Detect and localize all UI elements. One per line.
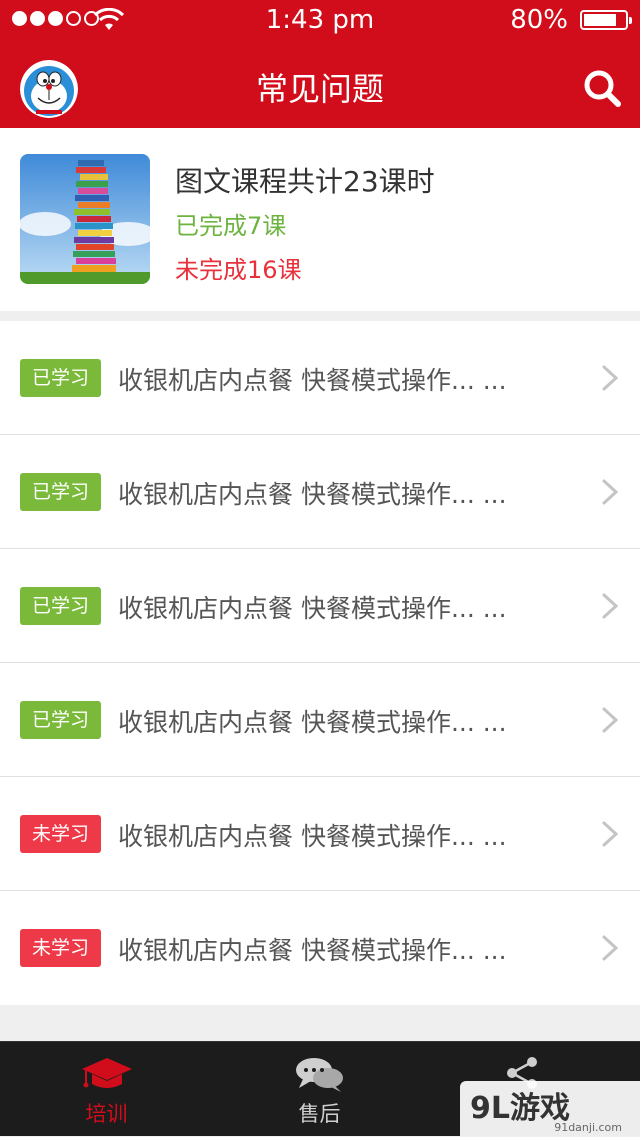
chevron-right-icon <box>602 479 619 505</box>
status-badge: 已学习 <box>20 701 101 739</box>
chevron-right-icon <box>602 365 619 391</box>
list-item[interactable]: 未学习 收银机店内点餐 快餐模式操作... ... <box>0 777 640 891</box>
status-bar: 1:43 pm 80% <box>0 0 640 40</box>
status-badge: 未学习 <box>20 815 101 853</box>
page-title: 常见问题 <box>255 70 384 108</box>
lesson-title: 收银机店内点餐 快餐模式操作... ... <box>118 594 507 623</box>
incomplete-count: 未完成16课 <box>175 256 302 284</box>
course-summary-card: 图文课程共计23课时 已完成7课 未完成16课 <box>0 128 640 311</box>
battery-icon <box>580 10 632 30</box>
chat-bubbles-icon <box>295 1058 343 1092</box>
battery-percent: 80% <box>510 5 568 35</box>
tab-after-sales[interactable]: 售后 <box>213 1042 426 1137</box>
list-item[interactable]: 已学习 收银机店内点餐 快餐模式操作... ... <box>0 549 640 663</box>
chevron-right-icon <box>602 707 619 733</box>
tab-label: 培训 <box>85 1102 128 1126</box>
status-badge: 未学习 <box>20 929 101 967</box>
graduation-cap-icon <box>81 1058 132 1088</box>
chevron-right-icon <box>602 935 619 961</box>
watermark-url: 91danji.com <box>554 1121 622 1134</box>
site-watermark: 9L游戏 91danji.com <box>460 1081 640 1136</box>
list-item[interactable]: 未学习 收银机店内点餐 快餐模式操作... ... <box>0 891 640 1005</box>
chevron-right-icon <box>602 821 619 847</box>
course-total-title: 图文课程共计23课时 <box>175 165 435 198</box>
nav-bar: 常见问题 <box>0 40 640 128</box>
lesson-title: 收银机店内点餐 快餐模式操作... ... <box>118 480 507 509</box>
status-badge: 已学习 <box>20 473 101 511</box>
status-badge: 已学习 <box>20 359 101 397</box>
search-icon[interactable] <box>582 68 622 108</box>
tab-training[interactable]: 培训 <box>0 1042 213 1137</box>
lesson-title: 收银机店内点餐 快餐模式操作... ... <box>118 936 507 965</box>
list-item[interactable]: 已学习 收银机店内点餐 快餐模式操作... ... <box>0 321 640 435</box>
list-item[interactable]: 已学习 收银机店内点餐 快餐模式操作... ... <box>0 435 640 549</box>
lesson-title: 收银机店内点餐 快餐模式操作... ... <box>118 708 507 737</box>
list-item[interactable]: 已学习 收银机店内点餐 快餐模式操作... ... <box>0 663 640 777</box>
status-badge: 已学习 <box>20 587 101 625</box>
lesson-list: 已学习 收银机店内点餐 快餐模式操作... ... 已学习 收银机店内点餐 快餐… <box>0 321 640 1005</box>
lesson-title: 收银机店内点餐 快餐模式操作... ... <box>118 366 507 395</box>
completed-count: 已完成7课 <box>175 212 287 240</box>
tab-label: 售后 <box>298 1102 341 1126</box>
chevron-right-icon <box>602 593 619 619</box>
lesson-title: 收银机店内点餐 快餐模式操作... ... <box>118 822 507 851</box>
book-stack-thumbnail <box>20 154 150 284</box>
